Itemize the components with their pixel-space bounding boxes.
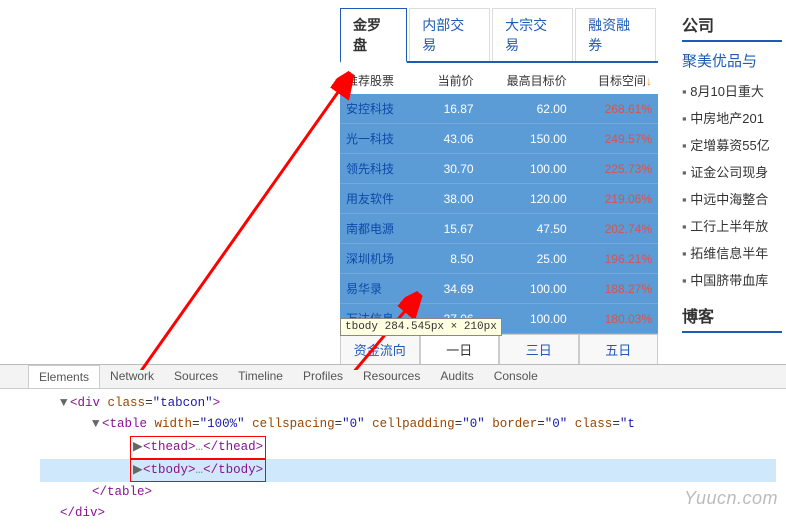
devtools-tabs: Elements Network Sources Timeline Profil… <box>0 365 786 389</box>
tab2-zijin[interactable]: 资金流向 <box>340 334 420 364</box>
sub-tabs: 资金流向 一日 三日 五日 <box>340 334 658 365</box>
table-row[interactable]: 安控科技16.8762.00268.61% <box>340 94 658 124</box>
tab2-yiri[interactable]: 一日 <box>420 334 500 364</box>
col-stock[interactable]: 推荐股票 <box>340 67 418 94</box>
dt-tab-timeline[interactable]: Timeline <box>228 365 293 388</box>
tab-rongzirongquan[interactable]: 融资融券 <box>575 8 656 61</box>
company-section-title: 公司 <box>682 12 782 42</box>
dt-tab-elements[interactable]: Elements <box>28 365 100 388</box>
list-item[interactable]: 中远中海整合 <box>682 185 782 212</box>
table-row[interactable]: 领先科技30.70100.00225.73% <box>340 154 658 184</box>
list-item[interactable]: 工行上半年放 <box>682 212 782 239</box>
devtools-panel: Elements Network Sources Timeline Profil… <box>0 364 786 514</box>
table-row[interactable]: 深圳机场8.5025.00196.21% <box>340 244 658 274</box>
top-tabs: 金罗盘 内部交易 大宗交易 融资融券 <box>340 8 658 63</box>
tab2-wuri[interactable]: 五日 <box>579 334 659 364</box>
dt-tab-sources[interactable]: Sources <box>164 365 228 388</box>
watermark: Yuucn.com <box>684 488 778 509</box>
news-list: 8月10日重大 中房地产201 定增募资55亿 证金公司现身 中远中海整合 工行… <box>682 77 782 293</box>
list-item[interactable]: 8月10日重大 <box>682 77 782 104</box>
dt-tab-audits[interactable]: Audits <box>430 365 483 388</box>
table-row[interactable]: 光一科技43.06150.00249.57% <box>340 124 658 154</box>
dt-tab-network[interactable]: Network <box>100 365 164 388</box>
blog-section-title: 博客 <box>682 303 782 333</box>
list-item[interactable]: 拓维信息半年 <box>682 239 782 266</box>
tab-dazongjiaoyi[interactable]: 大宗交易 <box>492 8 573 61</box>
col-pct[interactable]: 目标空间↓ <box>573 67 658 94</box>
list-item[interactable]: 中房地产201 <box>682 104 782 131</box>
tab2-sanri[interactable]: 三日 <box>499 334 579 364</box>
list-item[interactable]: 证金公司现身 <box>682 158 782 185</box>
element-dimensions-tooltip: tbody 284.545px × 210px <box>340 318 502 336</box>
list-item[interactable]: 中国脐带血库 <box>682 266 782 293</box>
tab-neibujiaoyi[interactable]: 内部交易 <box>409 8 490 61</box>
col-target[interactable]: 最高目标价 <box>480 67 573 94</box>
table-row[interactable]: 用友软件38.00120.00219.06% <box>340 184 658 214</box>
table-row[interactable]: 南都电源15.6747.50202.74% <box>340 214 658 244</box>
table-header: 推荐股票 当前价 最高目标价 目标空间↓ <box>340 67 658 94</box>
stock-table: 推荐股票 当前价 最高目标价 目标空间↓ 安控科技16.8762.00268.6… <box>340 67 658 334</box>
table-body: 安控科技16.8762.00268.61% 光一科技43.06150.00249… <box>340 94 658 334</box>
devtools-dom-tree[interactable]: ▼<div class="tabcon"> ▼<table width="100… <box>0 389 786 529</box>
sort-desc-icon: ↓ <box>646 74 652 88</box>
headline-link[interactable]: 聚美优品与 <box>682 50 782 71</box>
dt-tab-profiles[interactable]: Profiles <box>293 365 353 388</box>
list-item[interactable]: 定增募资55亿 <box>682 131 782 158</box>
tab-jinluopan[interactable]: 金罗盘 <box>340 8 407 63</box>
col-price[interactable]: 当前价 <box>418 67 480 94</box>
dt-tab-resources[interactable]: Resources <box>353 365 430 388</box>
dt-tab-console[interactable]: Console <box>484 365 548 388</box>
table-row[interactable]: 易华录34.69100.00188.27% <box>340 274 658 304</box>
